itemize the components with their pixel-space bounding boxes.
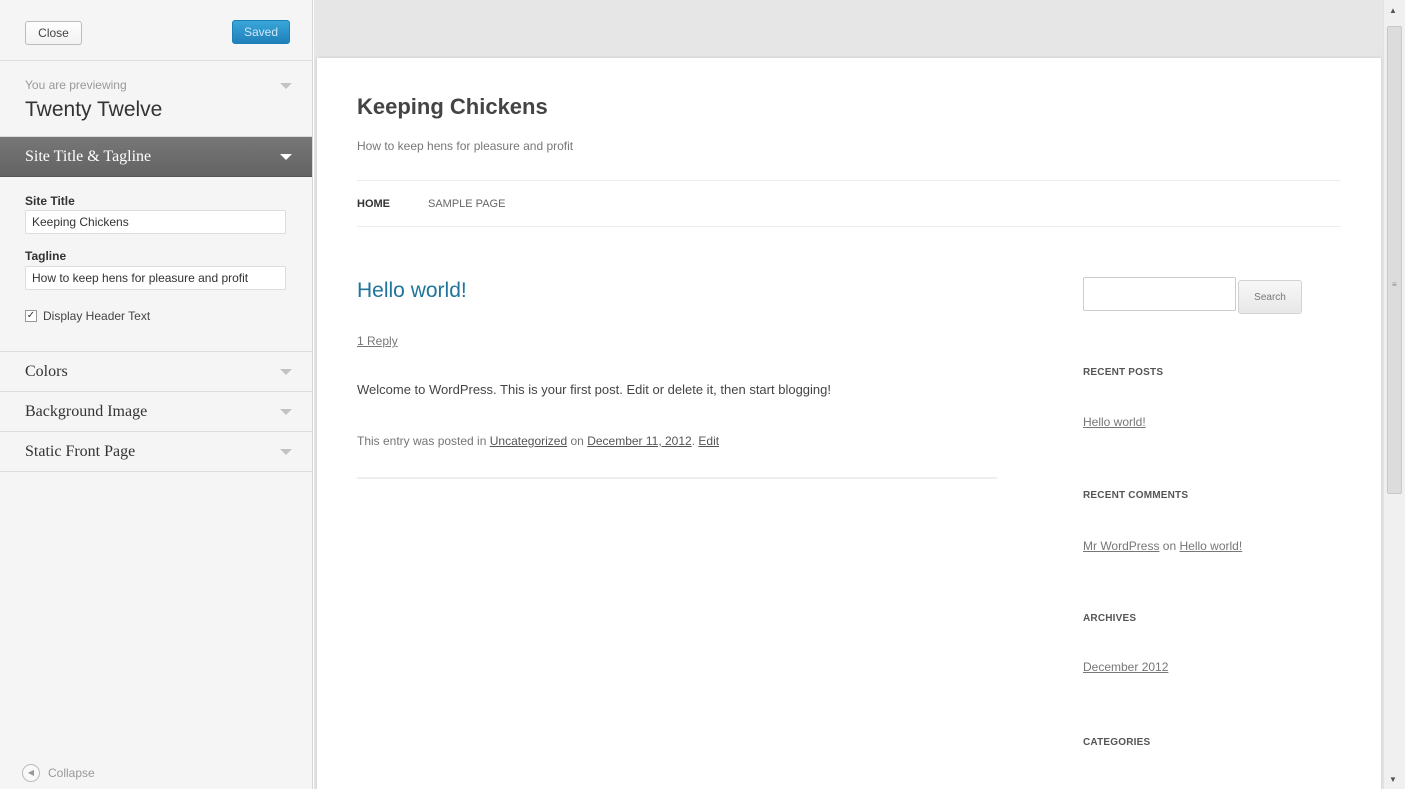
chevron-down-icon <box>280 369 292 375</box>
post-reply-link[interactable]: 1 Reply <box>357 334 398 348</box>
edit-link[interactable]: Edit <box>698 434 719 448</box>
chevron-down-icon <box>280 449 292 455</box>
previewing-label: You are previewing <box>25 78 127 92</box>
divider <box>357 226 1341 227</box>
recent-post-link[interactable]: Hello world! <box>1083 415 1146 429</box>
meta-on: on <box>570 434 584 448</box>
display-header-row[interactable]: ✓ Display Header Text <box>25 309 150 323</box>
vertical-scrollbar[interactable]: ▲ ≡ ▼ <box>1383 0 1405 789</box>
comment-post-link[interactable]: Hello world! <box>1180 539 1243 553</box>
tagline-label: Tagline <box>25 249 67 263</box>
recent-comment-item: Mr WordPress on Hello world! <box>1083 539 1242 553</box>
post-title[interactable]: Hello world! <box>357 279 467 303</box>
recent-posts-heading: RECENT POSTS <box>1083 367 1164 378</box>
site-title-label: Site Title <box>25 194 75 208</box>
saved-button[interactable]: Saved <box>232 20 290 44</box>
scroll-up-arrow-icon[interactable]: ▲ <box>1389 6 1397 15</box>
search-input[interactable] <box>1083 277 1236 311</box>
nav-home[interactable]: HOME <box>357 198 390 210</box>
post-divider <box>357 477 997 479</box>
meta-sep: . <box>691 434 696 448</box>
scroll-grip-icon: ≡ <box>1392 280 1397 289</box>
display-header-checkbox[interactable]: ✓ <box>25 310 37 322</box>
category-link[interactable]: Uncategorized <box>490 434 567 448</box>
theme-preview-info[interactable]: You are previewing Twenty Twelve <box>0 61 312 137</box>
chevron-down-icon <box>280 409 292 415</box>
post-meta: This entry was posted in Uncategorized o… <box>357 434 719 448</box>
categories-heading: CATEGORIES <box>1083 737 1151 748</box>
section-label: Site Title & Tagline <box>25 148 152 165</box>
site-preview: Keeping Chickens How to keep hens for pl… <box>317 58 1381 789</box>
site-nav: HOME SAMPLE PAGE <box>357 198 505 210</box>
recent-comments-heading: RECENT COMMENTS <box>1083 490 1189 501</box>
chevron-down-icon <box>280 83 292 89</box>
scroll-down-arrow-icon[interactable]: ▼ <box>1389 775 1397 784</box>
site-title-input[interactable] <box>25 210 286 234</box>
site-tagline: How to keep hens for pleasure and profit <box>357 139 574 153</box>
section-static-front-page[interactable]: Static Front Page <box>0 432 312 472</box>
date-link[interactable]: December 11, 2012 <box>587 434 692 448</box>
archive-link[interactable]: December 2012 <box>1083 660 1168 674</box>
divider <box>357 180 1341 181</box>
section-site-title-tagline[interactable]: Site Title & Tagline <box>0 137 312 177</box>
collapse-arrow-icon: ◀ <box>22 764 40 782</box>
collapse-button[interactable]: ◀ Collapse <box>22 764 95 782</box>
display-header-label: Display Header Text <box>43 309 151 323</box>
search-button[interactable]: Search <box>1238 280 1302 314</box>
section-label: Static Front Page <box>25 443 136 460</box>
comment-on: on <box>1162 539 1177 553</box>
collapse-label: Collapse <box>48 766 95 780</box>
comment-author-link[interactable]: Mr WordPress <box>1083 539 1159 553</box>
post-body: Welcome to WordPress. This is your first… <box>357 382 831 397</box>
section-label: Colors <box>25 363 68 380</box>
nav-sample-page[interactable]: SAMPLE PAGE <box>428 198 505 210</box>
theme-name: Twenty Twelve <box>25 98 163 121</box>
customizer-sidebar: Close Saved You are previewing Twenty Tw… <box>0 0 313 789</box>
section-label: Background Image <box>25 403 148 420</box>
scroll-thumb[interactable]: ≡ <box>1387 26 1402 494</box>
archives-heading: ARCHIVES <box>1083 613 1137 624</box>
customizer-header: Close Saved <box>0 0 312 61</box>
meta-prefix: This entry was posted in <box>357 434 487 448</box>
site-title-panel: Site Title Tagline ✓ Display Header Text <box>0 177 312 352</box>
site-title[interactable]: Keeping Chickens <box>357 94 548 120</box>
tagline-input[interactable] <box>25 266 286 290</box>
chevron-down-icon <box>280 154 292 160</box>
close-button[interactable]: Close <box>25 21 82 45</box>
section-background-image[interactable]: Background Image <box>0 392 312 432</box>
section-colors[interactable]: Colors <box>0 352 312 392</box>
